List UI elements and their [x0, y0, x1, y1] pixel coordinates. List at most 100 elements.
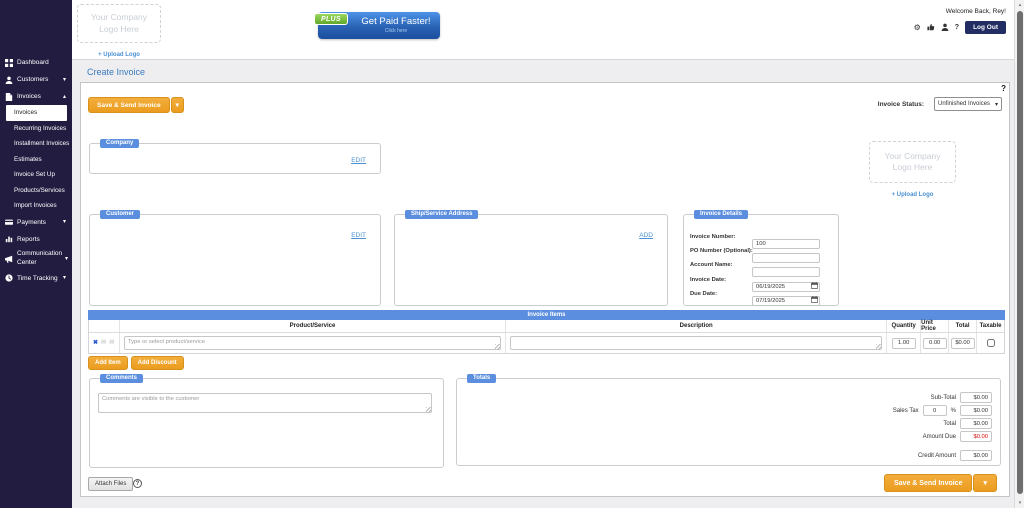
delete-row-icon[interactable]: ✖: [93, 340, 98, 346]
attach-files-button[interactable]: Attach Files: [88, 477, 133, 491]
field-label: Invoice Date:: [690, 277, 726, 283]
credit-amount-row: Credit Amount: [918, 450, 992, 461]
sidebar-subitem-invoice-set-up[interactable]: Invoice Set Up: [0, 167, 72, 183]
add-item-button[interactable]: Add Item: [88, 356, 128, 370]
banner-click-here: Click here: [352, 28, 440, 34]
sidebar-item-dashboard[interactable]: Dashboard: [0, 54, 72, 71]
resize-handle[interactable]: [876, 344, 881, 349]
credit-amount-label: Credit Amount: [918, 453, 956, 459]
field-label: Account Name:: [690, 262, 733, 268]
company-edit-link[interactable]: EDIT: [351, 157, 366, 164]
field-label: Invoice Number:: [690, 234, 735, 240]
sidebar-item-invoices[interactable]: Invoices ▴: [0, 88, 72, 105]
totals-section: Totals Sub-Total Sales Tax % Total Amoun…: [456, 378, 1001, 466]
logo-placeholder-text: Your Company: [78, 12, 160, 23]
sidebar-subitem-installment-invoices[interactable]: Installment Invoices: [0, 136, 72, 152]
product-service-input[interactable]: [124, 336, 501, 350]
scroll-down-icon[interactable]: ▾: [1015, 499, 1024, 507]
ship-address-add-link[interactable]: ADD: [639, 232, 653, 239]
sidebar-subitem-products-services[interactable]: Products/Services: [0, 183, 72, 199]
gear-icon[interactable]: ⚙: [914, 24, 921, 32]
sidebar-item-customers[interactable]: Customers ▾: [0, 71, 72, 88]
calendar-icon[interactable]: [811, 276, 818, 283]
line-total-input[interactable]: [951, 338, 975, 349]
amount-due-row: Amount Due: [923, 431, 992, 442]
invoice-status-select[interactable]: Unfinished Invoices ▾: [934, 97, 1002, 111]
sidebar-item-label: Reports: [17, 236, 40, 243]
total-input: [960, 418, 992, 429]
user-icon[interactable]: [941, 23, 949, 33]
invoice-items-header-bar: Invoice Items: [88, 310, 1005, 320]
amount-due-label: Amount Due: [923, 434, 956, 440]
calendar-icon[interactable]: [811, 290, 818, 297]
megaphone-icon: [5, 255, 13, 263]
sidebar-item-label: Payments: [17, 219, 46, 226]
save-send-dropdown-button[interactable]: ▾: [973, 474, 997, 492]
vertical-scrollbar[interactable]: ▴ ▾: [1014, 0, 1024, 508]
sidebar-item-communication-center[interactable]: Communication Center ▾: [0, 248, 72, 270]
scrollbar-thumb[interactable]: [1017, 11, 1023, 494]
sales-tax-rate-input[interactable]: [923, 405, 947, 416]
scroll-up-icon[interactable]: ▴: [1015, 1, 1024, 9]
save-send-invoice-button[interactable]: Save & Send Invoice: [884, 474, 972, 492]
due-date-input[interactable]: [752, 296, 820, 306]
log-out-button[interactable]: Log Out: [965, 21, 1006, 34]
ship-service-address-section: Ship/Service Address ADD: [394, 214, 668, 306]
account-name-row: Account Name:: [690, 259, 833, 270]
chevron-down-icon: ▾: [65, 256, 68, 262]
top-header: Your Company Logo Here + Upload Logo PLU…: [72, 0, 1014, 60]
company-legend: Company: [100, 139, 139, 148]
sidebar-subitem-estimates[interactable]: Estimates: [0, 152, 72, 168]
add-discount-button[interactable]: Add Discount: [131, 356, 184, 370]
quantity-column-header: Quantity: [886, 320, 920, 332]
sidebar-item-time-tracking[interactable]: Time Tracking ▾: [0, 270, 72, 287]
panel-help-icon[interactable]: ?: [1001, 84, 1006, 93]
chevron-up-icon: ▴: [63, 94, 66, 100]
save-send-group-top: Save & Send Invoice ▾: [88, 97, 184, 113]
sidebar-subitem-invoices[interactable]: Invoices: [6, 105, 67, 121]
save-send-dropdown-button[interactable]: ▾: [171, 97, 184, 113]
comments-input[interactable]: [98, 393, 432, 413]
description-input[interactable]: [510, 336, 882, 350]
sidebar-item-reports[interactable]: Reports: [0, 231, 72, 248]
invoice-items-table: Product/Service Description Quantity Uni…: [88, 320, 1005, 354]
company-logo-placeholder[interactable]: Your Company Logo Here: [77, 4, 161, 43]
sales-tax-label: Sales Tax: [893, 408, 919, 414]
attach-help-icon[interactable]: ?: [133, 479, 142, 488]
welcome-text: Welcome Back, Rey!: [914, 8, 1006, 15]
upload-logo-link[interactable]: + Upload Logo: [98, 52, 140, 58]
sidebar-item-payments[interactable]: Payments ▾: [0, 214, 72, 231]
unit-price-input[interactable]: [923, 338, 947, 349]
company-logo-placeholder[interactable]: Your Company Logo Here: [869, 141, 956, 183]
customer-edit-link[interactable]: EDIT: [351, 232, 366, 239]
caret-down-icon: ▾: [983, 479, 987, 487]
help-icon[interactable]: ?: [955, 24, 959, 31]
sidebar-subitem-import-invoices[interactable]: Import Invoices: [0, 198, 72, 214]
totals-legend: Totals: [467, 374, 496, 383]
total-label: Total: [943, 421, 956, 427]
subitem-label: Import Invoices: [14, 202, 57, 209]
taxable-checkbox[interactable]: [987, 339, 995, 347]
invoice-number-row: Invoice Number:: [690, 231, 833, 242]
quantity-input[interactable]: [892, 338, 916, 349]
credit-amount-input: [960, 450, 992, 461]
subitem-label: Installment Invoices: [14, 140, 69, 147]
upload-logo-link[interactable]: + Upload Logo: [892, 192, 934, 198]
sales-tax-input: [960, 405, 992, 416]
customer-legend: Customer: [100, 210, 140, 219]
insert-row-icon[interactable]: ▤: [109, 340, 114, 346]
invoice-status-value: Unfinished Invoices: [938, 101, 990, 107]
resize-handle[interactable]: [495, 344, 500, 349]
customer-section: Customer EDIT: [89, 214, 381, 306]
resize-handle[interactable]: [426, 407, 431, 412]
sidebar-item-label: Dashboard: [17, 59, 49, 66]
thumbs-up-icon[interactable]: [927, 23, 935, 33]
subitem-label: Estimates: [14, 156, 42, 163]
sidebar-subitem-recurring-invoices[interactable]: Recurring Invoices: [0, 121, 72, 137]
get-paid-faster-banner[interactable]: PLUS Get Paid Faster! Click here: [318, 12, 440, 39]
unit-price-column-header: Unit Price: [920, 320, 948, 332]
reports-icon: [5, 235, 13, 243]
reorder-row-icon[interactable]: ▤: [101, 340, 106, 346]
save-send-invoice-button[interactable]: Save & Send Invoice: [88, 97, 170, 113]
plus-badge: PLUS: [314, 13, 348, 25]
